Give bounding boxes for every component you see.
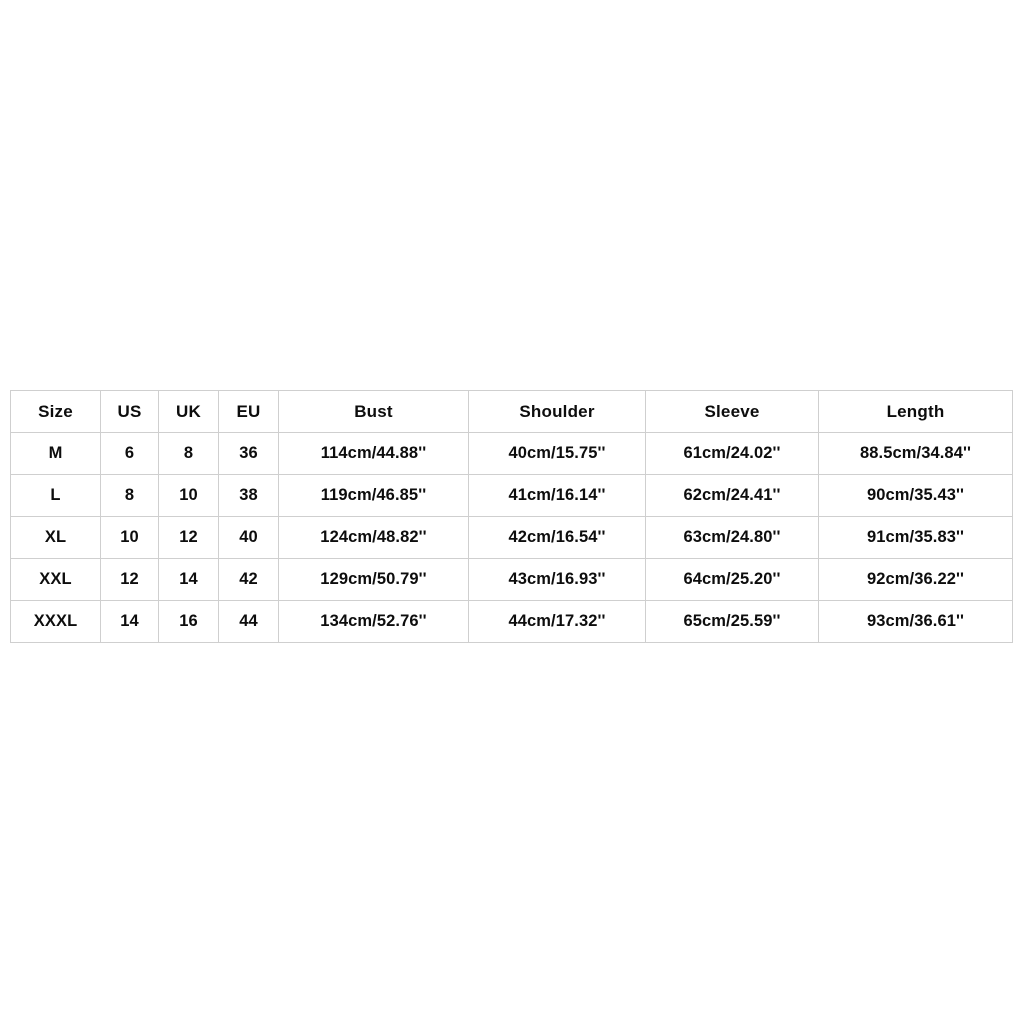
cell-shoulder: 41cm/16.14'': [468, 474, 646, 517]
cell-us: 14: [100, 600, 159, 643]
cell-us: 6: [100, 432, 159, 475]
cell-eu: 40: [218, 516, 279, 559]
table-row: XXXL 14 16 44 134cm/52.76'' 44cm/17.32''…: [10, 600, 1013, 643]
cell-size: M: [10, 432, 101, 475]
cell-us: 12: [100, 558, 159, 601]
column-header-size: Size: [10, 390, 101, 433]
cell-shoulder: 44cm/17.32'': [468, 600, 646, 643]
cell-bust: 114cm/44.88'': [278, 432, 469, 475]
column-header-eu: EU: [218, 390, 279, 433]
column-header-sleeve: Sleeve: [645, 390, 819, 433]
cell-bust: 134cm/52.76'': [278, 600, 469, 643]
cell-uk: 16: [158, 600, 219, 643]
cell-sleeve: 65cm/25.59'': [645, 600, 819, 643]
cell-uk: 8: [158, 432, 219, 475]
size-chart-table: Size US UK EU Bust Shoulder Sleeve Lengt…: [10, 390, 1013, 643]
cell-eu: 38: [218, 474, 279, 517]
column-header-shoulder: Shoulder: [468, 390, 646, 433]
cell-shoulder: 42cm/16.54'': [468, 516, 646, 559]
page-canvas: Size US UK EU Bust Shoulder Sleeve Lengt…: [0, 0, 1024, 1024]
cell-length: 92cm/36.22'': [818, 558, 1013, 601]
cell-sleeve: 64cm/25.20'': [645, 558, 819, 601]
column-header-uk: UK: [158, 390, 219, 433]
table-body: M 6 8 36 114cm/44.88'' 40cm/15.75'' 61cm…: [10, 432, 1013, 643]
cell-bust: 129cm/50.79'': [278, 558, 469, 601]
column-header-bust: Bust: [278, 390, 469, 433]
table-row: L 8 10 38 119cm/46.85'' 41cm/16.14'' 62c…: [10, 474, 1013, 517]
cell-length: 88.5cm/34.84'': [818, 432, 1013, 475]
cell-length: 91cm/35.83'': [818, 516, 1013, 559]
cell-uk: 14: [158, 558, 219, 601]
cell-uk: 12: [158, 516, 219, 559]
cell-shoulder: 40cm/15.75'': [468, 432, 646, 475]
cell-sleeve: 62cm/24.41'': [645, 474, 819, 517]
column-header-us: US: [100, 390, 159, 433]
cell-uk: 10: [158, 474, 219, 517]
cell-size: XXL: [10, 558, 101, 601]
table-row: XXL 12 14 42 129cm/50.79'' 43cm/16.93'' …: [10, 558, 1013, 601]
cell-bust: 119cm/46.85'': [278, 474, 469, 517]
cell-us: 8: [100, 474, 159, 517]
table-row: XL 10 12 40 124cm/48.82'' 42cm/16.54'' 6…: [10, 516, 1013, 559]
size-chart-container: Size US UK EU Bust Shoulder Sleeve Lengt…: [10, 390, 1013, 643]
cell-eu: 42: [218, 558, 279, 601]
table-row: M 6 8 36 114cm/44.88'' 40cm/15.75'' 61cm…: [10, 432, 1013, 475]
column-header-length: Length: [818, 390, 1013, 433]
cell-sleeve: 61cm/24.02'': [645, 432, 819, 475]
cell-eu: 44: [218, 600, 279, 643]
cell-sleeve: 63cm/24.80'': [645, 516, 819, 559]
cell-length: 93cm/36.61'': [818, 600, 1013, 643]
cell-bust: 124cm/48.82'': [278, 516, 469, 559]
cell-us: 10: [100, 516, 159, 559]
cell-size: XXXL: [10, 600, 101, 643]
cell-length: 90cm/35.43'': [818, 474, 1013, 517]
cell-size: XL: [10, 516, 101, 559]
table-header-row: Size US UK EU Bust Shoulder Sleeve Lengt…: [10, 390, 1013, 433]
table-header: Size US UK EU Bust Shoulder Sleeve Lengt…: [10, 390, 1013, 433]
cell-eu: 36: [218, 432, 279, 475]
cell-size: L: [10, 474, 101, 517]
cell-shoulder: 43cm/16.93'': [468, 558, 646, 601]
